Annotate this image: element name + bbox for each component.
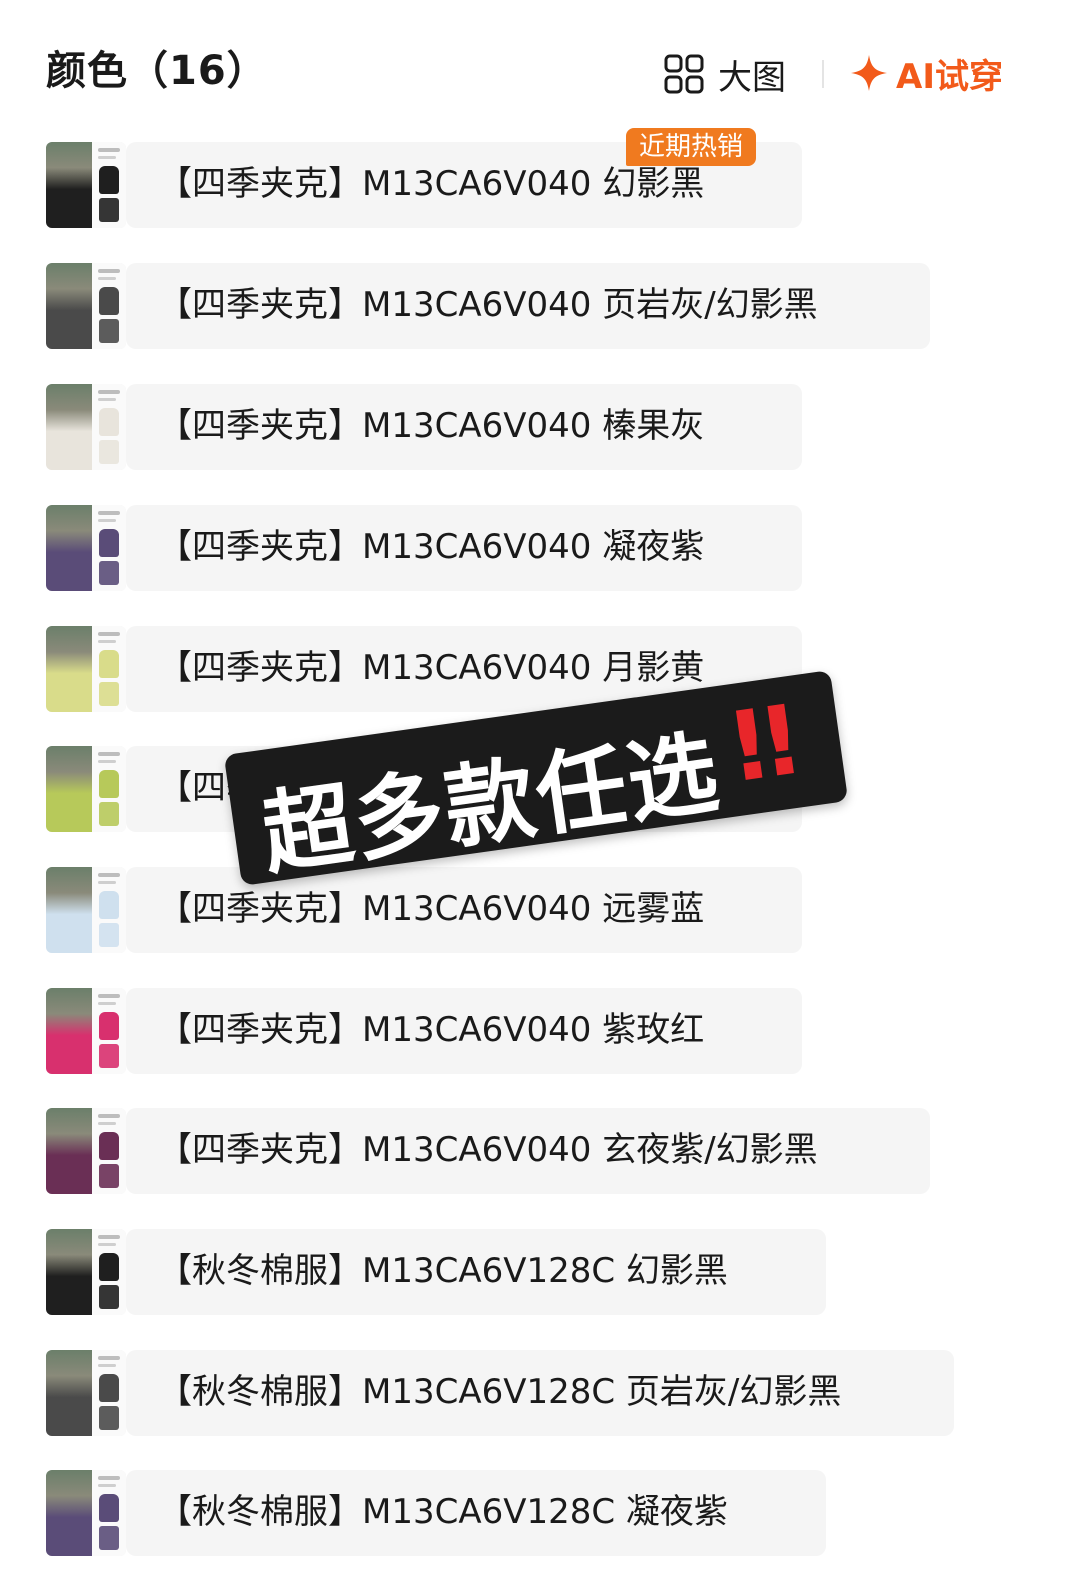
variant-label: 【四季夹克】M13CA6V040 幻影黑 <box>158 164 705 204</box>
variant-thumbnail <box>46 988 126 1074</box>
jacket-swatch <box>99 1012 119 1040</box>
model-photo <box>46 263 92 349</box>
jacket-swatch <box>99 1132 119 1160</box>
promo-exclamation: !! <box>720 684 799 805</box>
jacket-swatch <box>99 408 119 436</box>
variant-thumbnail <box>46 1108 126 1194</box>
variant-label: 【四季夹克】M13CA6V040 凝夜紫 <box>158 527 705 567</box>
jacket-swatch <box>99 1253 119 1281</box>
jacket-swatch <box>99 682 119 706</box>
variant-thumbnail <box>46 1470 126 1556</box>
jacket-swatch <box>99 1374 119 1402</box>
model-photo <box>46 746 92 832</box>
model-photo <box>46 505 92 591</box>
variant-label: 【四季夹克】M13CA6V040 月影黄 <box>158 648 705 688</box>
model-photo <box>46 988 92 1074</box>
variant-thumbnail <box>46 142 126 228</box>
variant-label: 【秋冬棉服】M13CA6V128C 页岩灰/幻影黑 <box>158 1372 842 1412</box>
variant-thumbnail <box>46 384 126 470</box>
jacket-swatch <box>99 891 119 919</box>
variant-thumbnail <box>46 263 126 349</box>
variant-thumbnail <box>46 746 126 832</box>
jacket-swatch <box>99 1494 119 1522</box>
model-photo <box>46 626 92 712</box>
model-photo <box>46 1470 92 1556</box>
variant-thumbnail <box>46 867 126 953</box>
variant-thumbnail <box>46 626 126 712</box>
variant-label: 【秋冬棉服】M13CA6V128C 凝夜紫 <box>158 1492 728 1532</box>
model-photo <box>46 1229 92 1315</box>
jacket-swatch <box>99 166 119 194</box>
jacket-swatch <box>99 440 119 464</box>
jacket-swatch <box>99 650 119 678</box>
model-photo <box>46 1350 92 1436</box>
variant-label: 【四季夹克】M13CA6V040 榛果灰 <box>158 406 705 446</box>
variant-thumbnail <box>46 1229 126 1315</box>
model-photo <box>46 384 92 470</box>
jacket-swatch <box>99 1285 119 1309</box>
jacket-swatch <box>99 319 119 343</box>
jacket-swatch <box>99 561 119 585</box>
jacket-swatch <box>99 529 119 557</box>
variant-label: 【四季夹克】M13CA6V040 玄夜紫/幻影黑 <box>158 1130 818 1170</box>
jacket-swatch <box>99 1406 119 1430</box>
jacket-swatch <box>99 1164 119 1188</box>
variant-thumbnail <box>46 505 126 591</box>
jacket-swatch <box>99 198 119 222</box>
variant-thumbnail <box>46 1350 126 1436</box>
variant-label: 【秋冬棉服】M13CA6V128C 幻影黑 <box>158 1251 728 1291</box>
jacket-swatch <box>99 287 119 315</box>
model-photo <box>46 867 92 953</box>
model-photo <box>46 142 92 228</box>
jacket-swatch <box>99 770 119 798</box>
hot-sale-badge: 近期热销 <box>626 128 756 166</box>
variant-label: 【四季夹克】M13CA6V040 远雾蓝 <box>158 889 705 929</box>
jacket-swatch <box>99 802 119 826</box>
model-photo <box>46 1108 92 1194</box>
jacket-swatch <box>99 923 119 947</box>
jacket-swatch <box>99 1044 119 1068</box>
variant-label: 【四季夹克】M13CA6V040 紫玫红 <box>158 1010 705 1050</box>
variant-label: 【四季夹克】M13CA6V040 页岩灰/幻影黑 <box>158 285 818 325</box>
jacket-swatch <box>99 1526 119 1550</box>
